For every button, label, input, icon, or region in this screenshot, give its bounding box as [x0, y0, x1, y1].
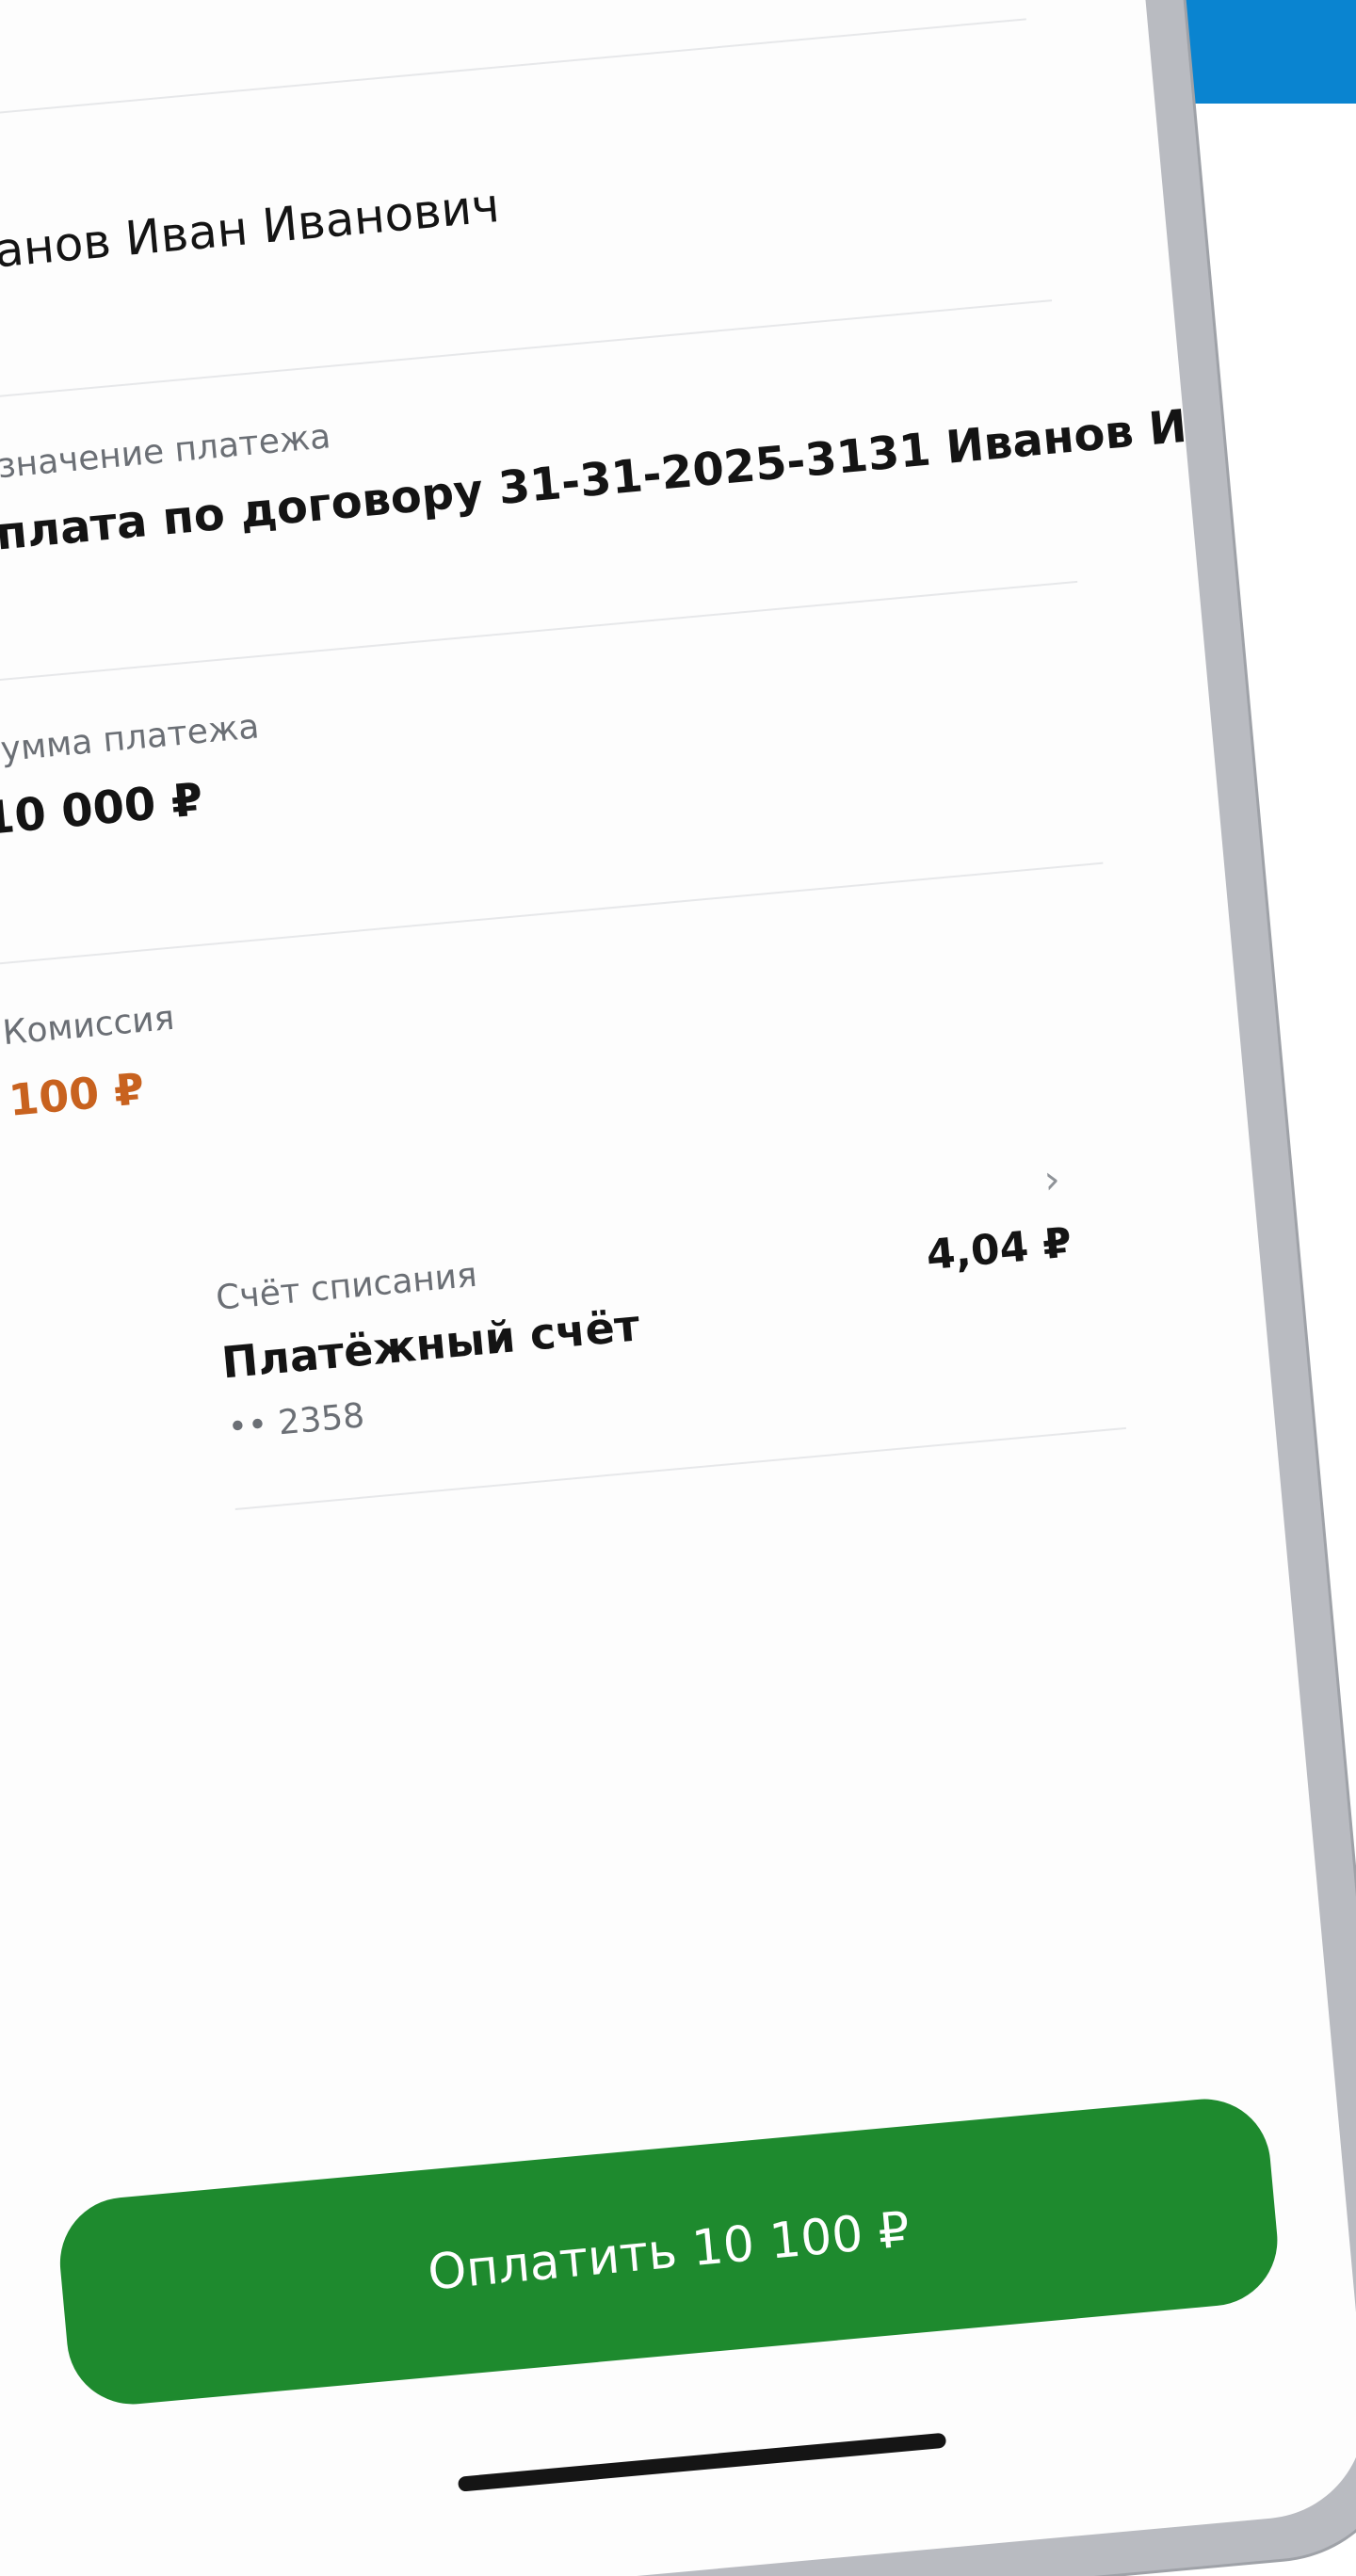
chevron-right-icon: ›: [1041, 1155, 1062, 1203]
divider: [234, 1426, 1126, 1510]
account-number: •• 2358: [226, 1396, 366, 1448]
account-balance: 4,04 ₽: [924, 1218, 1074, 1280]
payment-form: О Иванов Иван Иванович Назначение платеж…: [0, 0, 1230, 1527]
phone-frame: О Иванов Иван Иванович Назначение платеж…: [0, 0, 1356, 2576]
pay-button[interactable]: Оплатить 10 100 ₽: [54, 2093, 1283, 2410]
phone-screen: О Иванов Иван Иванович Назначение платеж…: [0, 0, 1356, 2576]
page: О Иванов Иван Иванович Назначение платеж…: [0, 0, 1356, 2576]
account-name: Платёжный счёт: [219, 1299, 642, 1389]
home-indicator: [457, 2432, 947, 2492]
account-label: Счёт списания: [214, 1255, 479, 1318]
